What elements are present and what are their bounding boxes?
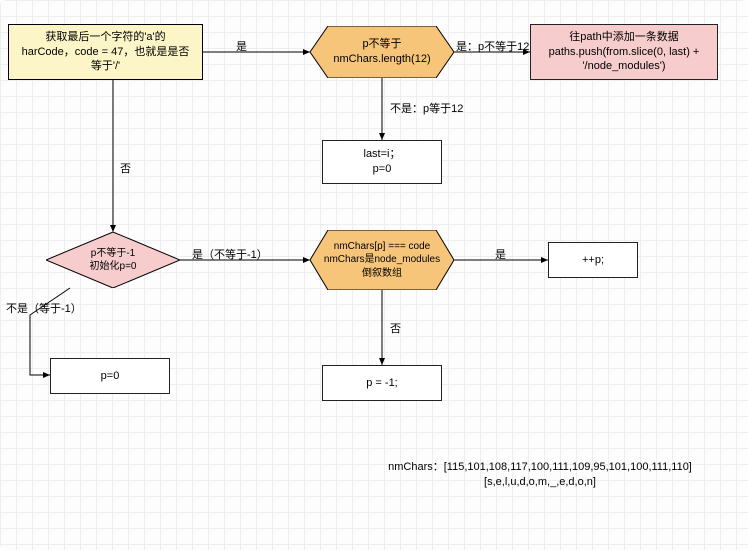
edge-label-no-eq-neg1: 不是（等于-1） <box>6 300 82 316</box>
footnote-nmchars: nmChars：[115,101,108,117,100,111,109,95,… <box>360 460 720 491</box>
edge-label-yes-3: 是 <box>495 246 506 262</box>
node-diamond-p-ne-neg1: p不等于-1 初始化p=0 <box>46 232 180 288</box>
node-diamond-p-ne-neg1-label: p不等于-1 初始化p=0 <box>46 232 180 288</box>
node-hex-p-ne-12: p不等于 nmChars.length(12) <box>310 26 454 78</box>
edge-label-yes-1: 是 <box>236 38 247 54</box>
edge-label-no-3: 否 <box>390 320 401 336</box>
node-hex-p-ne-12-label: p不等于 nmChars.length(12) <box>310 26 454 78</box>
node-hex-nmchars-eq: nmChars[p] === code nmChars是node_modules… <box>310 230 454 290</box>
edge-label-no-p-eq-12: 不是：p等于12 <box>390 100 463 116</box>
node-p-zero: p=0 <box>50 358 170 394</box>
edge-label-yes-ne-neg1: 是（不等于-1） <box>192 246 268 262</box>
flowchart-canvas: 获取最后一个字符的'a'的 harCode，code = 47，也就是是否 等于… <box>0 0 748 550</box>
node-last-i: last=i； p=0 <box>322 140 442 184</box>
node-paths-push: 往path中添加一条数据 paths.push(from.slice(0, la… <box>530 24 718 80</box>
node-p-neg1: p = -1; <box>322 365 442 401</box>
edge-label-no-1: 否 <box>120 160 131 176</box>
edge-label-yes-p-ne-12: 是：p不等于12 <box>456 38 529 54</box>
node-hex-nmchars-eq-label: nmChars[p] === code nmChars是node_modules… <box>310 230 454 290</box>
node-start-charcode: 获取最后一个字符的'a'的 harCode，code = 47，也就是是否 等于… <box>8 24 203 80</box>
node-increment-p: ++p; <box>548 242 638 278</box>
